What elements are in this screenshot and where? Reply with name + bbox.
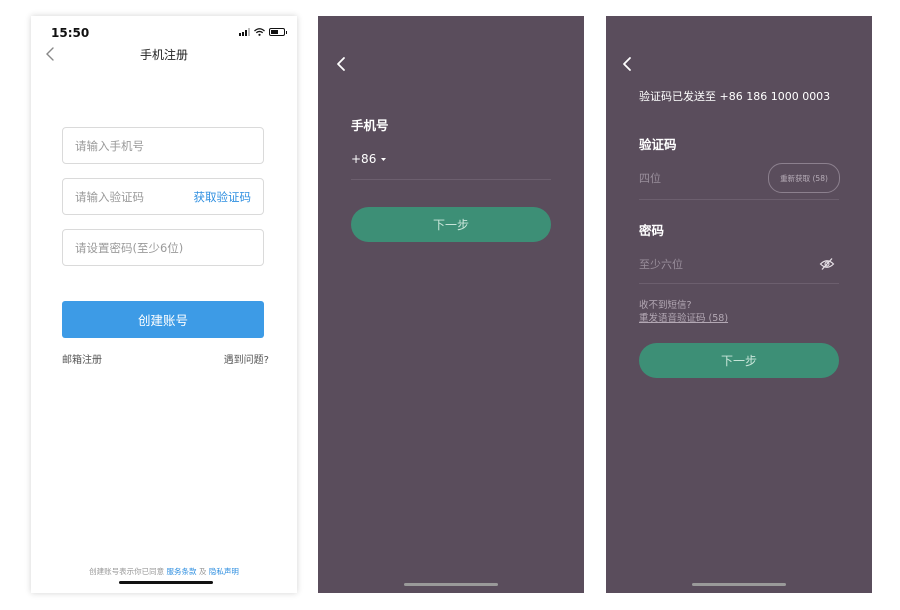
- help-link[interactable]: 遇到问题?: [224, 351, 269, 366]
- get-code-link[interactable]: 获取验证码: [194, 189, 252, 205]
- password-placeholder: 请设置密码(至少6位): [75, 240, 184, 255]
- resend-code-button[interactable]: 重新获取 (58): [768, 163, 840, 193]
- phone-number-placeholder: 请输入手机号: [75, 138, 144, 153]
- verification-code-label: 验证码: [639, 137, 677, 152]
- phone-number-label: 手机号: [351, 118, 389, 133]
- password-label: 密码: [639, 223, 665, 238]
- status-time: 15:50: [51, 26, 90, 40]
- verification-code-input[interactable]: 请输入验证码 获取验证码: [62, 178, 264, 215]
- resend-voice-code-link[interactable]: 重发语音验证码 (58): [639, 310, 728, 324]
- password-input[interactable]: 至少六位: [639, 252, 809, 276]
- terms-notice: 创建账号表示你已同意 服务条款 及 隐私声明: [31, 566, 297, 577]
- code-divider: [639, 199, 839, 200]
- page-title: 手机注册: [139, 48, 188, 62]
- next-step-button[interactable]: 下一步: [351, 207, 551, 242]
- privacy-link[interactable]: 隐私声明: [209, 567, 239, 576]
- phone-number-input[interactable]: 请输入手机号: [62, 127, 264, 164]
- terms-and: 及: [198, 567, 207, 576]
- country-code-select[interactable]: +86: [351, 152, 387, 166]
- verification-code-input[interactable]: 四位: [639, 166, 764, 190]
- terms-prefix: 创建账号表示你已同意: [89, 567, 165, 576]
- phone-screen-enter-number: 手机号 +86 下一步: [318, 16, 584, 593]
- status-icons: [239, 28, 287, 36]
- home-indicator: [119, 581, 213, 584]
- home-indicator: [692, 583, 786, 586]
- home-indicator: [404, 583, 498, 586]
- phone-screen-register-light: 15:50 手机注册 请输入手机号 请输入验证码 获取验证码 请设置密码(至少6…: [31, 16, 297, 593]
- phone-number-input[interactable]: [414, 150, 548, 172]
- country-code-value: +86: [351, 152, 377, 166]
- back-chevron-icon[interactable]: [332, 54, 352, 74]
- eye-off-icon[interactable]: [819, 257, 835, 271]
- terms-link[interactable]: 服务条款: [167, 567, 197, 576]
- back-chevron-icon[interactable]: [618, 54, 638, 74]
- email-register-link[interactable]: 邮箱注册: [62, 351, 102, 366]
- code-sent-message: 验证码已发送至 +86 186 1000 0003: [639, 90, 831, 103]
- input-divider: [351, 179, 551, 180]
- create-account-button[interactable]: 创建账号: [62, 301, 264, 338]
- no-sms-text: 收不到短信?: [639, 300, 692, 311]
- password-input[interactable]: 请设置密码(至少6位): [62, 229, 264, 266]
- battery-icon: [269, 28, 287, 36]
- next-step-button[interactable]: 下一步: [639, 343, 839, 378]
- verification-code-placeholder: 请输入验证码: [75, 189, 144, 204]
- signal-icon: [239, 28, 250, 36]
- phone-screen-verify-code: 验证码已发送至 +86 186 1000 0003 验证码 四位 重新获取 (5…: [606, 16, 872, 593]
- dropdown-caret-icon: [381, 157, 387, 161]
- password-placeholder: 至少六位: [639, 258, 683, 271]
- password-divider: [639, 283, 839, 284]
- verification-code-placeholder: 四位: [639, 172, 661, 185]
- wifi-icon: [254, 28, 265, 36]
